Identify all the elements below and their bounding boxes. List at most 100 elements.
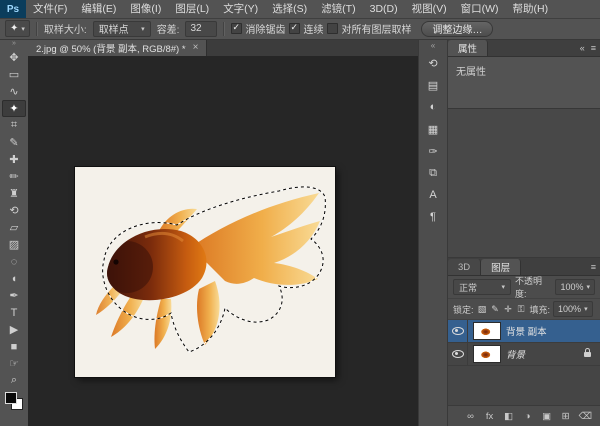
lock-position-icon[interactable]: ✛ <box>503 304 514 315</box>
brush-tool-icon[interactable]: ✏ <box>2 168 26 185</box>
tolerance-input[interactable]: 32 <box>185 21 217 37</box>
dock-icon-list: ⟲ ▤ ◐ ▦ ✑ ⧉ A ¶ <box>421 52 445 228</box>
sample-size-dropdown[interactable]: 取样点 ▾ <box>93 21 151 37</box>
tool-glyph-icon: ✥ <box>9 51 18 64</box>
contiguous-checkbox[interactable]: 连续 <box>289 21 323 36</box>
tool-glyph-icon: ⌗ <box>11 119 17 132</box>
magic-wand-tool-icon[interactable]: ✦ <box>2 100 26 117</box>
path-select-tool-icon[interactable]: ▶ <box>2 321 26 338</box>
canvas[interactable] <box>28 56 420 426</box>
type-tool-icon[interactable]: T <box>2 304 26 321</box>
layer-style-icon[interactable]: fx <box>484 411 496 422</box>
visibility-toggle[interactable] <box>448 320 468 342</box>
fill-dropdown[interactable]: 100% ▾ <box>553 301 593 317</box>
crop-tool-icon[interactable]: ⌗ <box>2 117 26 134</box>
panel-dock: « ⟲ ▤ ◐ ▦ ✑ ⧉ A ¶ <box>418 39 448 426</box>
lock-label: 锁定: <box>453 303 474 316</box>
swatches-panel-icon[interactable]: ▦ <box>421 118 445 140</box>
tool-glyph-icon: ▨ <box>9 238 19 251</box>
blur-tool-icon[interactable]: ◌ <box>2 253 26 270</box>
menu-item[interactable]: 帮助(H) <box>506 0 556 18</box>
menu-item[interactable]: 窗口(W) <box>454 0 506 18</box>
history-brush-tool-icon[interactable]: ⟲ <box>2 202 26 219</box>
layer-row[interactable]: 背景 副本 <box>448 320 600 343</box>
layer-mask-icon[interactable]: ◧ <box>503 411 515 422</box>
panel-tab[interactable]: 图层 <box>481 259 521 275</box>
color-swatches[interactable] <box>5 392 23 410</box>
layer-name: 背景 副本 <box>506 324 600 338</box>
tab-properties[interactable]: 属性 <box>448 40 488 56</box>
brush-panel-icon[interactable]: ✑ <box>421 140 445 162</box>
clone-source-panel-icon[interactable]: ⧉ <box>421 162 445 184</box>
layer-thumbnail[interactable] <box>474 346 500 362</box>
tool-glyph-icon: ▱ <box>10 221 18 234</box>
menu-item[interactable]: 3D(D) <box>363 0 405 18</box>
tool-list: ✥ ▭ ∿ ✦ ⌗ ✎ ✚ ✏ ♜ ⟲ <box>2 49 26 389</box>
foreground-color-swatch[interactable] <box>5 392 17 404</box>
document-tab[interactable]: 2.jpg @ 50% (背景 副本, RGB/8#) * × <box>28 39 207 56</box>
shape-tool-icon[interactable]: ■ <box>2 338 26 355</box>
layer-list: 背景 副本 背景 <box>448 320 600 405</box>
photoshop-window: Ps 文件(F)编辑(E)图像(I)图层(L)文字(Y)选择(S)滤镜(T)3D… <box>0 0 600 426</box>
lock-transparency-icon[interactable]: ▧ <box>477 304 488 315</box>
clone-stamp-tool-icon[interactable]: ♜ <box>2 185 26 202</box>
opacity-dropdown[interactable]: 100% ▾ <box>555 279 595 295</box>
close-tab-icon[interactable]: × <box>193 42 199 53</box>
checkbox-box-icon <box>327 23 338 34</box>
eyedropper-tool-icon[interactable]: ✎ <box>2 134 26 151</box>
blend-mode-dropdown[interactable]: 正常 ▾ <box>453 279 511 295</box>
menu-item[interactable]: 视图(V) <box>405 0 454 18</box>
hand-tool-icon[interactable]: ☞ <box>2 355 26 372</box>
lock-pixels-icon[interactable]: ✎ <box>490 304 501 315</box>
menu-item[interactable]: 选择(S) <box>265 0 314 18</box>
menu-item[interactable]: 滤镜(T) <box>314 0 362 18</box>
lock-all-icon[interactable]: ⚿ <box>516 304 527 315</box>
tool-bar: » ✥ ▭ ∿ ✦ ⌗ ✎ ✚ ✏ ♜ <box>0 39 29 426</box>
collapse-panel-icon[interactable]: « <box>580 43 585 53</box>
refine-edge-button[interactable]: 调整边缘… <box>421 21 493 37</box>
sample-all-layers-checkbox[interactable]: 对所有图层取样 <box>327 21 411 36</box>
new-layer-icon[interactable]: ⊞ <box>560 411 572 422</box>
panel-glyph-icon: ✑ <box>428 145 437 158</box>
tool-glyph-icon: ✒ <box>9 289 18 302</box>
gradient-tool-icon[interactable]: ▨ <box>2 236 26 253</box>
paragraph-panel-icon[interactable]: ¶ <box>421 206 445 228</box>
link-layers-icon[interactable]: ∞ <box>465 411 477 422</box>
tool-preset-picker[interactable]: ✦ ▾ <box>5 20 30 37</box>
tool-glyph-icon: ☞ <box>9 357 19 370</box>
photo-image[interactable] <box>75 167 335 377</box>
menu-item[interactable]: 图层(L) <box>168 0 216 18</box>
layer-row[interactable]: 背景 <box>448 343 600 366</box>
pen-tool-icon[interactable]: ✒ <box>2 287 26 304</box>
menu-item[interactable]: 文件(F) <box>26 0 74 18</box>
panel-tab[interactable]: 3D <box>448 259 481 275</box>
dodge-tool-icon[interactable]: ◖ <box>2 270 26 287</box>
zoom-tool-icon[interactable]: ⌕ <box>2 372 26 389</box>
layer-group-icon[interactable]: ▣ <box>541 411 553 422</box>
document-tab-title: 2.jpg @ 50% (背景 副本, RGB/8#) * <box>36 41 186 55</box>
lasso-tool-icon[interactable]: ∿ <box>2 83 26 100</box>
marquee-tool-icon[interactable]: ▭ <box>2 66 26 83</box>
history-panel-icon[interactable]: ⟲ <box>421 52 445 74</box>
menu-item[interactable]: 图像(I) <box>123 0 168 18</box>
dock-expand-icon[interactable]: « <box>431 39 435 52</box>
fill-value: 100% <box>558 304 581 314</box>
delete-layer-icon[interactable]: ⌫ <box>579 411 592 422</box>
styles-panel-icon[interactable]: ▤ <box>421 74 445 96</box>
healing-brush-tool-icon[interactable]: ✚ <box>2 151 26 168</box>
adjustment-layer-icon[interactable]: ◑ <box>522 411 534 422</box>
toolbar-collapse-icon[interactable]: » <box>12 39 16 49</box>
character-panel-icon[interactable]: A <box>421 184 445 206</box>
menu-item[interactable]: 编辑(E) <box>74 0 123 18</box>
checkbox-label: 消除锯齿 <box>245 21 285 36</box>
eraser-tool-icon[interactable]: ▱ <box>2 219 26 236</box>
move-tool-icon[interactable]: ✥ <box>2 49 26 66</box>
panel-menu-icon[interactable]: ≡ <box>591 262 596 272</box>
visibility-toggle[interactable] <box>448 343 468 365</box>
adjustments-panel-icon[interactable]: ◐ <box>421 96 445 118</box>
panel-menu-icon[interactable]: ≡ <box>591 43 596 53</box>
menu-item[interactable]: 文字(Y) <box>216 0 265 18</box>
anti-alias-checkbox[interactable]: 消除锯齿 <box>231 21 285 36</box>
options-bar: ✦ ▾ 取样大小: 取样点 ▾ 容差: 32 消除锯齿 连续 对所有图 <box>0 18 600 40</box>
layer-thumbnail[interactable] <box>474 323 500 339</box>
